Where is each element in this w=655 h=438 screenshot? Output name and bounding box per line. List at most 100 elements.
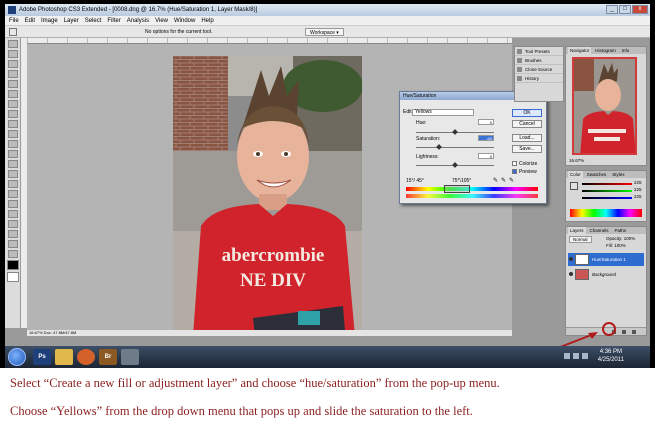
load-button[interactable]: Load... [512, 134, 542, 142]
preview-checkbox[interactable] [512, 169, 517, 174]
layer-hue-saturation[interactable]: Hue/Saturation 1 [568, 253, 644, 266]
current-tool-icon[interactable] [9, 28, 17, 36]
notes-tool-icon[interactable] [7, 220, 18, 228]
tab-color[interactable]: Color [568, 171, 583, 178]
crop-tool-icon[interactable] [7, 80, 18, 88]
start-button[interactable] [8, 348, 26, 366]
tray-volume-icon[interactable] [582, 353, 588, 359]
firefox-taskbar-icon[interactable] [77, 349, 95, 365]
blue-value[interactable]: 225 [634, 194, 642, 199]
marquee-tool-icon[interactable] [7, 50, 18, 58]
tab-navigator[interactable]: Navigator [568, 47, 592, 54]
explorer-taskbar-icon[interactable] [55, 349, 73, 365]
lasso-tool-icon[interactable] [7, 60, 18, 68]
ok-button[interactable]: OK [512, 109, 542, 117]
tab-info[interactable]: Info [620, 47, 632, 54]
range-selector[interactable] [444, 185, 470, 193]
menu-image[interactable]: Image [41, 16, 58, 25]
new-layer-icon[interactable] [622, 330, 626, 334]
clone-stamp-tool-icon[interactable] [7, 120, 18, 128]
layers-panel: Layers Channels Paths Normal Opacity: 10… [565, 226, 647, 336]
eyedropper-tool-icon[interactable] [7, 230, 18, 238]
tray-flag-icon[interactable] [564, 353, 570, 359]
quick-select-tool-icon[interactable] [7, 70, 18, 78]
saturation-slider-thumb[interactable] [436, 144, 443, 150]
saturation-field[interactable]: -60 [478, 135, 494, 141]
slice-tool-icon[interactable] [7, 90, 18, 98]
trash-icon[interactable] [632, 330, 636, 334]
lightness-slider-thumb[interactable] [452, 162, 458, 168]
edit-dropdown[interactable]: Yellows [412, 109, 474, 116]
workspace-dropdown[interactable]: Workspace ▾ [305, 28, 344, 36]
blue-slider[interactable] [582, 197, 632, 199]
color-ramp[interactable] [570, 209, 642, 217]
tab-paths[interactable]: Paths [613, 227, 629, 234]
minimize-button[interactable]: _ [606, 5, 618, 14]
move-tool-icon[interactable] [7, 40, 18, 48]
hand-tool-icon[interactable] [7, 240, 18, 248]
fill-field[interactable]: Fill: 100% [606, 243, 626, 248]
tab-layers[interactable]: Layers [568, 227, 586, 234]
hue-slider-thumb[interactable] [452, 129, 458, 135]
tab-channels[interactable]: Channels [588, 227, 611, 234]
save-button[interactable]: Save... [512, 145, 542, 153]
red-value[interactable]: 225 [634, 180, 642, 185]
background-color-icon[interactable] [6, 272, 19, 282]
blend-mode-dropdown[interactable]: Normal [569, 236, 592, 243]
colorize-checkbox[interactable] [512, 161, 517, 166]
history-brush-tool-icon[interactable] [7, 130, 18, 138]
eyedropper-icon[interactable]: ✎ [493, 177, 498, 184]
dodge-tool-icon[interactable] [7, 170, 18, 178]
tray-network-icon[interactable] [573, 353, 579, 359]
menu-filter[interactable]: Filter [107, 16, 120, 25]
zoom-tool-icon[interactable] [7, 250, 18, 258]
photoshop-taskbar-icon[interactable]: Ps [33, 349, 51, 365]
menu-help[interactable]: Help [201, 16, 213, 25]
lightness-field[interactable]: 0 [478, 153, 494, 159]
history-item[interactable]: History [515, 74, 563, 83]
eyedropper-minus-icon[interactable]: ✎ [509, 177, 514, 184]
layer-background[interactable]: Background [568, 268, 644, 281]
eraser-tool-icon[interactable] [7, 140, 18, 148]
tab-histogram[interactable]: Histogram [593, 47, 618, 54]
gradient-tool-icon[interactable] [7, 150, 18, 158]
brushes-item[interactable]: Brushes [515, 56, 563, 65]
app-taskbar-icon[interactable] [121, 349, 139, 365]
shape-tool-icon[interactable] [7, 210, 18, 218]
menu-edit[interactable]: Edit [25, 16, 35, 25]
eyedropper-plus-icon[interactable]: ✎ [501, 177, 506, 184]
blur-tool-icon[interactable] [7, 160, 18, 168]
cancel-button[interactable]: Cancel [512, 120, 542, 128]
tab-swatches[interactable]: Swatches [585, 171, 609, 178]
maximize-button[interactable]: □ [619, 5, 631, 14]
tab-styles[interactable]: Styles [610, 171, 626, 178]
navigator-preview[interactable] [572, 57, 637, 155]
path-select-tool-icon[interactable] [7, 200, 18, 208]
red-slider[interactable] [582, 183, 632, 185]
clone-source-item[interactable]: Clone Source [515, 65, 563, 74]
close-button[interactable]: x [632, 5, 648, 14]
type-tool-icon[interactable] [7, 190, 18, 198]
menu-file[interactable]: File [9, 16, 19, 25]
menu-select[interactable]: Select [85, 16, 102, 25]
brush-tool-icon[interactable] [7, 110, 18, 118]
opacity-field[interactable]: Opacity: 100% [606, 236, 635, 241]
bridge-taskbar-icon[interactable]: Br [99, 349, 117, 365]
foreground-color-icon[interactable] [6, 260, 19, 270]
menu-window[interactable]: Window [174, 16, 195, 25]
clock[interactable]: 4:36 PM 4/25/2011 [598, 348, 624, 364]
green-value[interactable]: 225 [634, 187, 642, 192]
document-photo[interactable]: abercrombie NE DIV [173, 56, 362, 336]
tool-presets-item[interactable]: Tool Presets [515, 47, 563, 56]
healing-tool-icon[interactable] [7, 100, 18, 108]
pen-tool-icon[interactable] [7, 180, 18, 188]
green-slider[interactable] [582, 190, 632, 192]
navigator-zoom[interactable]: 16.67% [569, 158, 584, 163]
visibility-eye-icon[interactable] [569, 257, 573, 261]
foreground-swatch[interactable] [570, 182, 578, 190]
visibility-eye-icon[interactable] [569, 272, 573, 276]
menu-analysis[interactable]: Analysis [127, 16, 149, 25]
menu-view[interactable]: View [155, 16, 168, 25]
hue-field[interactable]: 0 [478, 119, 494, 125]
menu-layer[interactable]: Layer [64, 16, 79, 25]
